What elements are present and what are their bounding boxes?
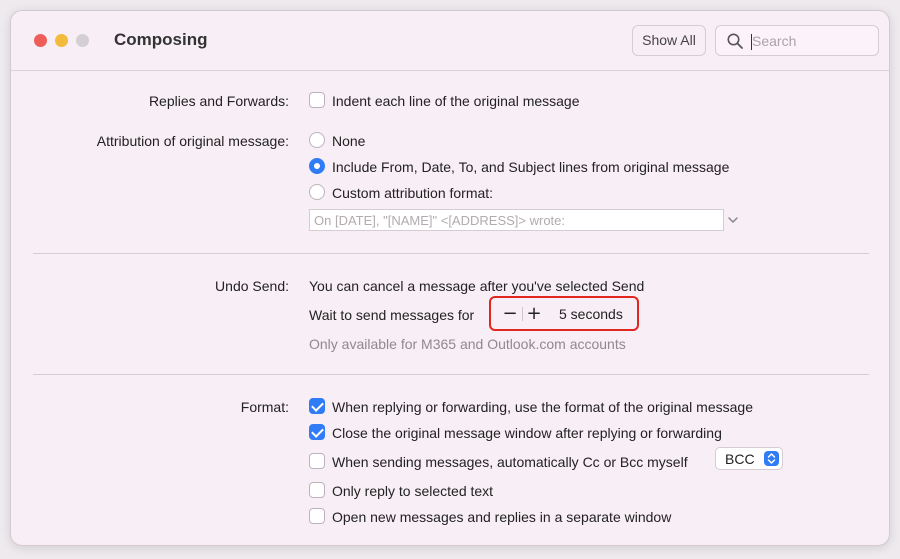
cc-bcc-select[interactable]: BCC — [715, 447, 783, 470]
undo-delay-highlight: − + 5 seconds — [489, 296, 639, 331]
zoom-window-button[interactable] — [76, 34, 89, 47]
close-original-window-label: Close the original message window after … — [332, 425, 722, 441]
section-divider — [33, 253, 869, 254]
attribution-custom-label: Custom attribution format: — [332, 185, 494, 201]
replies-forwards-label: Replies and Forwards: — [148, 93, 289, 109]
search-box[interactable] — [715, 25, 879, 56]
increase-delay-button[interactable]: + — [523, 304, 545, 324]
indent-option-label: Indent each line of the original message — [332, 93, 580, 109]
reply-selected-text-checkbox[interactable] — [309, 482, 325, 498]
use-original-format-label: When replying or forwarding, use the for… — [332, 399, 753, 415]
preferences-window: Composing Show All Replies and Forwards:… — [10, 10, 890, 546]
decrease-delay-button[interactable]: − — [499, 304, 521, 324]
attribution-none-radio[interactable] — [309, 132, 325, 148]
use-original-format-checkbox[interactable] — [309, 398, 325, 414]
undo-send-label: Undo Send: — [215, 278, 289, 294]
cc-bcc-selected-value: BCC — [725, 451, 755, 467]
attribution-include-radio[interactable] — [309, 158, 325, 174]
cc-bcc-myself-label: When sending messages, automatically Cc … — [332, 454, 688, 470]
undo-delay-stepper[interactable]: − + — [499, 304, 545, 324]
close-original-window-checkbox[interactable] — [309, 424, 325, 440]
show-all-button[interactable]: Show All — [632, 25, 706, 56]
wait-to-send-label: Wait to send messages for — [309, 307, 475, 323]
attribution-include-label: Include From, Date, To, and Subject line… — [332, 159, 730, 175]
separate-window-label: Open new messages and replies in a separ… — [332, 509, 672, 525]
indent-checkbox[interactable] — [309, 92, 325, 108]
reply-selected-text-label: Only reply to selected text — [332, 483, 494, 499]
attribution-label: Attribution of original message: — [96, 133, 289, 149]
attribution-none-label: None — [332, 133, 366, 149]
search-icon — [727, 33, 743, 49]
title-bar: Composing Show All — [11, 11, 889, 71]
cc-bcc-myself-checkbox[interactable] — [309, 453, 325, 469]
select-arrows-icon — [764, 451, 779, 466]
search-input[interactable] — [752, 30, 872, 52]
custom-attribution-field[interactable] — [309, 209, 724, 231]
window-title: Composing — [114, 30, 208, 49]
minimize-window-button[interactable] — [55, 34, 68, 47]
custom-attribution-input[interactable] — [310, 210, 723, 230]
section-divider — [33, 374, 869, 375]
undo-delay-value: 5 seconds — [559, 306, 623, 322]
separate-window-checkbox[interactable] — [309, 508, 325, 524]
attribution-custom-radio[interactable] — [309, 184, 325, 200]
close-window-button[interactable] — [34, 34, 47, 47]
chevron-down-icon[interactable] — [727, 214, 739, 226]
undo-send-description: You can cancel a message after you've se… — [309, 278, 645, 294]
format-label: Format: — [240, 399, 289, 415]
undo-send-note: Only available for M365 and Outlook.com … — [309, 336, 626, 352]
